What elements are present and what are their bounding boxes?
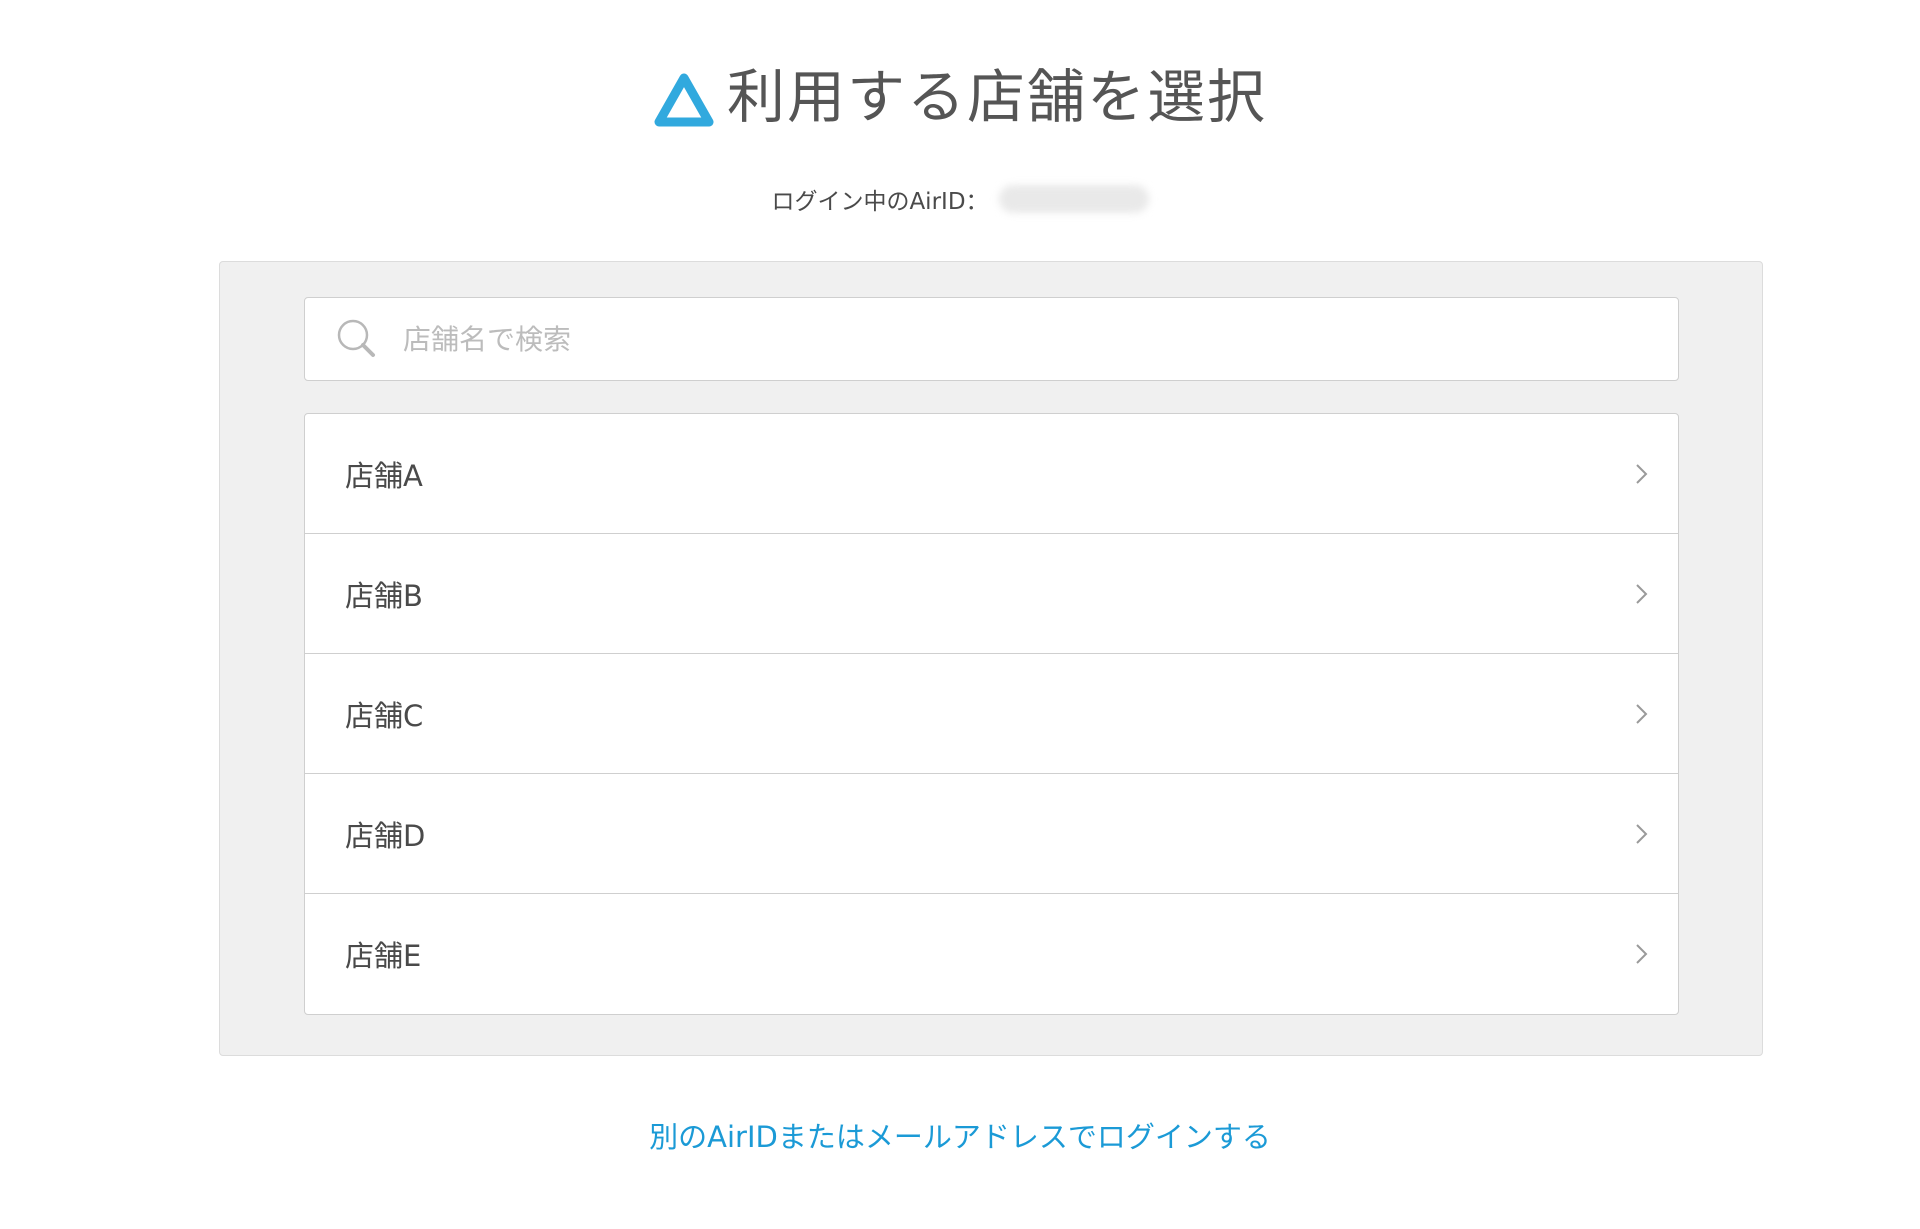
store-item-label: 店舗C	[345, 698, 424, 733]
air-logo-icon	[654, 73, 714, 127]
store-select-page: 利用する店舗を選択 ログイン中のAirID： 店舗A 店舗B	[0, 0, 1920, 1229]
page-header: 利用する店舗を選択	[0, 62, 1920, 132]
store-item-label: 店舗A	[345, 458, 423, 493]
chevron-right-icon	[1636, 944, 1648, 964]
store-item-label: 店舗D	[345, 818, 426, 853]
store-item-b[interactable]: 店舗B	[305, 534, 1678, 654]
chevron-right-icon	[1636, 463, 1648, 484]
store-item-label: 店舗E	[345, 939, 422, 973]
search-input[interactable]	[401, 308, 1678, 370]
store-item-label: 店舗B	[345, 578, 423, 613]
store-item-d[interactable]: 店舗D	[305, 774, 1678, 894]
page-title: 利用する店舗を選択	[726, 63, 1267, 131]
store-item-c[interactable]: 店舗C	[305, 654, 1678, 774]
alt-login-link[interactable]: 別のAirIDまたはメールアドレスでログインする	[0, 1114, 1920, 1156]
chevron-right-icon	[1636, 823, 1648, 844]
store-item-e[interactable]: 店舗E	[305, 894, 1678, 1014]
login-info: ログイン中のAirID：	[0, 182, 1920, 216]
search-box[interactable]	[304, 297, 1679, 381]
masked-airid	[998, 185, 1149, 213]
store-panel: 店舗A 店舗B 店舗C 店舗D	[219, 261, 1763, 1056]
chevron-right-icon	[1636, 583, 1648, 604]
search-icon	[337, 319, 375, 357]
store-list: 店舗A 店舗B 店舗C 店舗D 店舗E	[304, 413, 1679, 1015]
login-airid-label: ログイン中のAirID：	[771, 189, 989, 215]
store-item-a[interactable]: 店舗A	[305, 414, 1678, 534]
chevron-right-icon	[1636, 703, 1648, 724]
